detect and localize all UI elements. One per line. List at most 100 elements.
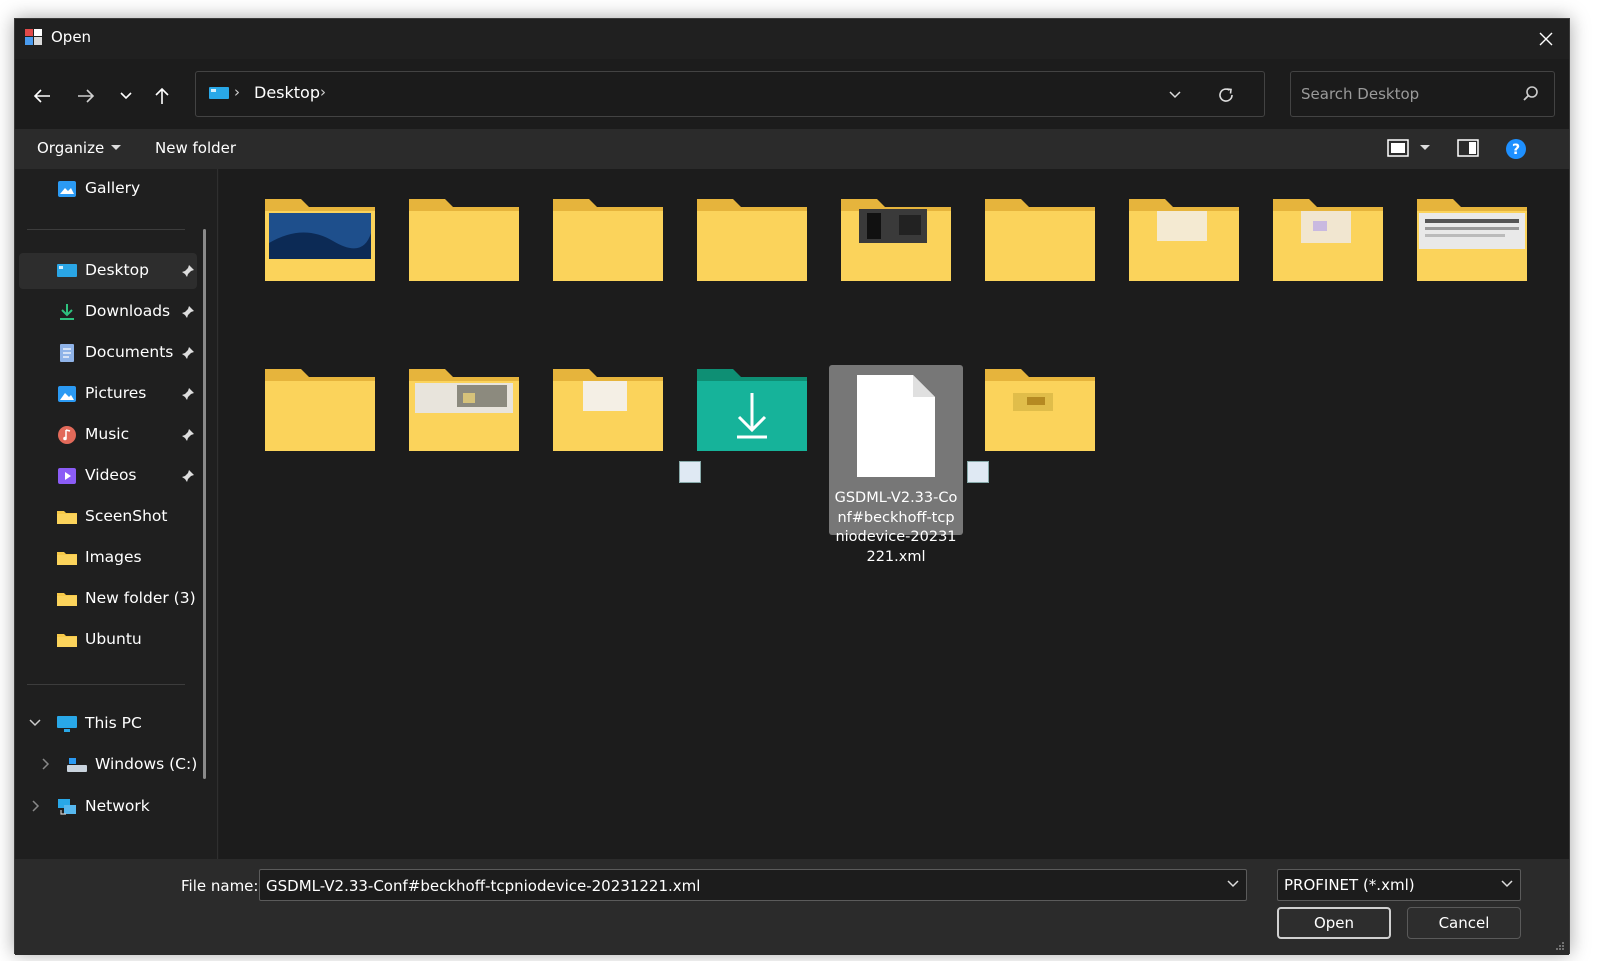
cancel-button[interactable]: Cancel xyxy=(1407,907,1521,939)
folder-tile[interactable] xyxy=(397,363,531,533)
folder-icon xyxy=(985,369,1095,451)
folder-tile[interactable] xyxy=(1117,193,1251,363)
chevron-down-icon[interactable] xyxy=(29,717,41,729)
chevron-right-icon[interactable] xyxy=(29,800,41,812)
sidebar-item-label: Ubuntu xyxy=(85,630,142,648)
folder-icon xyxy=(1273,199,1383,281)
organize-button[interactable]: Organize xyxy=(37,139,122,157)
file-name-input[interactable] xyxy=(266,875,1206,897)
breadcrumb-separator[interactable]: › xyxy=(320,83,326,101)
folder-tile[interactable] xyxy=(541,363,675,533)
app-icon xyxy=(25,29,42,45)
sidebar-item-music[interactable]: Music xyxy=(19,417,197,453)
shortcut-arrow-icon xyxy=(679,461,701,483)
folder-icon xyxy=(57,511,77,524)
folder-icon xyxy=(409,199,519,281)
folder-tile[interactable] xyxy=(1261,193,1395,363)
search-box[interactable] xyxy=(1290,71,1555,117)
open-button[interactable]: Open xyxy=(1277,907,1391,939)
pane-divider[interactable] xyxy=(217,169,218,859)
folder-tile[interactable] xyxy=(253,193,387,363)
folder-tile[interactable] xyxy=(541,193,675,363)
forward-button[interactable] xyxy=(71,81,101,111)
navigation-bar: › Desktop › xyxy=(15,59,1569,129)
desktop-icon xyxy=(57,264,77,277)
file-type-select[interactable]: PROFINET (*.xml) xyxy=(1277,869,1521,901)
folder-tile[interactable] xyxy=(973,193,1107,363)
refresh-icon xyxy=(1219,88,1233,102)
pin-icon xyxy=(182,265,194,277)
sidebar-item-documents[interactable]: Documents xyxy=(19,335,197,371)
new-folder-button[interactable]: New folder xyxy=(155,139,236,157)
view-options-icon[interactable] xyxy=(1387,138,1409,158)
drive-icon xyxy=(67,758,87,772)
folder-icon xyxy=(1417,199,1527,281)
folder-icon xyxy=(57,593,77,606)
help-icon[interactable]: ? xyxy=(1505,138,1527,160)
sidebar-item-desktop[interactable]: Desktop xyxy=(19,253,197,289)
resize-grip-icon[interactable] xyxy=(1555,941,1565,951)
file-list: GSDML-V2.33-Conf#beckhoff-tcpniodevice-2… xyxy=(219,169,1569,859)
search-input[interactable] xyxy=(1301,82,1511,106)
sidebar-item-downloads[interactable]: Downloads xyxy=(19,294,197,330)
folder-tile[interactable] xyxy=(679,363,819,533)
file-name-label: GSDML-V2.33-Conf#beckhoff-tcpniodevice-2… xyxy=(834,490,958,565)
sidebar-item-windows-c[interactable]: Windows (C:) xyxy=(19,747,197,783)
folder-icon xyxy=(57,552,77,565)
sidebar-item-label: Windows (C:) xyxy=(95,755,198,773)
address-history-button[interactable] xyxy=(1164,85,1186,105)
command-bar: Organize New folder ? xyxy=(15,129,1569,169)
refresh-button[interactable] xyxy=(1214,84,1238,106)
sidebar-item-new-folder-3[interactable]: New folder (3) xyxy=(19,581,197,617)
sidebar-item-videos[interactable]: Videos xyxy=(19,458,197,494)
sidebar-item-pictures[interactable]: Pictures xyxy=(19,376,197,412)
folder-tile[interactable] xyxy=(685,193,819,363)
address-bar[interactable]: › Desktop › xyxy=(195,71,1265,117)
folder-tile[interactable] xyxy=(829,193,963,363)
sidebar-item-ubuntu[interactable]: Ubuntu xyxy=(19,622,197,658)
pin-icon xyxy=(182,429,194,441)
sidebar-item-gallery[interactable]: Gallery xyxy=(19,171,197,207)
sidebar-item-network[interactable]: Network xyxy=(19,789,197,825)
back-button[interactable] xyxy=(27,81,57,111)
navigation-pane: Gallery Desktop Downloads Documents Pict… xyxy=(15,169,221,859)
file-tile-selected[interactable]: GSDML-V2.33-Conf#beckhoff-tcpniodevice-2… xyxy=(829,365,963,565)
recent-locations-button[interactable] xyxy=(111,81,141,111)
folder-tile[interactable] xyxy=(253,363,387,533)
window-title: Open xyxy=(51,28,92,46)
sidebar-item-sceenshot[interactable]: SceenShot xyxy=(19,499,197,535)
file-name-field[interactable] xyxy=(259,869,1247,901)
chevron-down-icon xyxy=(120,92,132,100)
new-folder-label: New folder xyxy=(155,139,237,157)
title-bar: Open xyxy=(15,19,1569,59)
folder-tile[interactable] xyxy=(397,193,531,363)
sidebar-item-label: Desktop xyxy=(85,261,149,279)
sidebar-scrollbar[interactable] xyxy=(203,229,206,779)
view-dropdown-icon[interactable] xyxy=(1419,144,1431,152)
sidebar-item-label: This PC xyxy=(85,714,142,732)
sidebar-item-label: Pictures xyxy=(85,384,147,402)
folder-tile[interactable] xyxy=(967,363,1107,533)
arrow-up-icon xyxy=(155,87,169,104)
videos-icon xyxy=(58,468,76,484)
folder-icon xyxy=(409,369,519,451)
shortcut-arrow-icon xyxy=(967,461,989,483)
arrow-right-icon xyxy=(78,89,95,103)
svg-text:?: ? xyxy=(1512,142,1520,158)
chevron-down-icon xyxy=(1501,880,1513,888)
network-icon xyxy=(58,799,76,815)
sidebar-item-images[interactable]: Images xyxy=(19,540,197,576)
file-type-value: PROFINET (*.xml) xyxy=(1284,876,1415,894)
chevron-down-icon[interactable] xyxy=(1226,879,1240,889)
sidebar-item-label: Documents xyxy=(85,343,174,361)
preview-pane-icon[interactable] xyxy=(1457,138,1479,158)
breadcrumb-desktop[interactable]: Desktop xyxy=(254,83,320,102)
folder-tile[interactable] xyxy=(1405,193,1539,363)
close-button[interactable] xyxy=(1523,19,1569,59)
folder-icon xyxy=(1129,199,1239,281)
folder-icon xyxy=(697,199,807,281)
up-button[interactable] xyxy=(147,81,177,111)
chevron-right-icon[interactable] xyxy=(39,758,51,770)
download-icon xyxy=(60,304,74,320)
sidebar-item-this-pc[interactable]: This PC xyxy=(19,706,197,742)
